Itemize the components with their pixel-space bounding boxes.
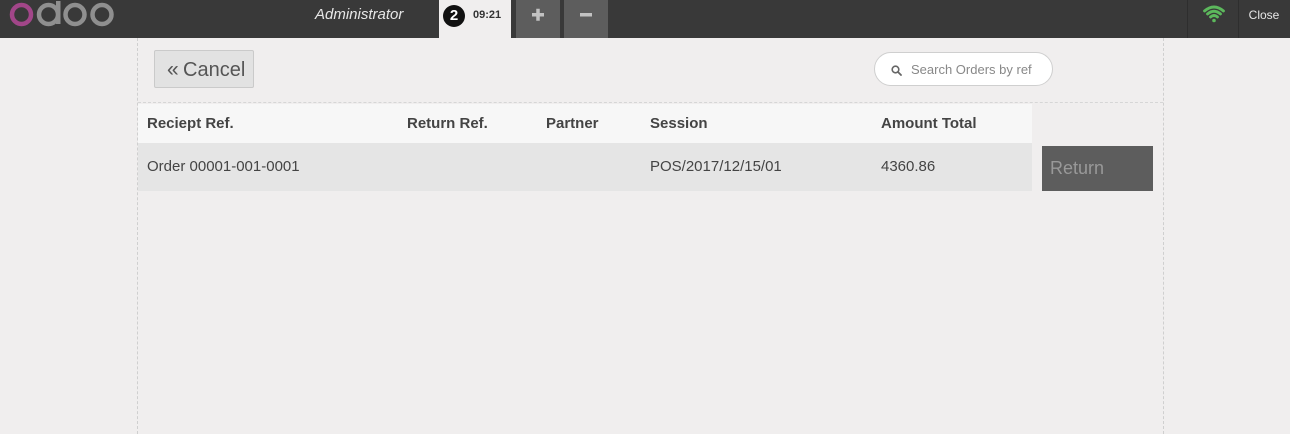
table-header: Reciept Ref. Return Ref. Partner Session… xyxy=(138,104,1032,143)
receipt-ref-cell: Order 00001-001-0001 xyxy=(147,158,300,175)
search-input[interactable] xyxy=(911,59,1046,79)
pos-topbar: Administrator 2 09:21 Close xyxy=(0,0,1290,38)
column-header-return-ref: Return Ref. xyxy=(407,115,488,132)
minus-icon xyxy=(580,13,592,17)
cancel-button[interactable]: « Cancel xyxy=(154,50,254,88)
return-button[interactable]: Return xyxy=(1042,146,1153,191)
amount-total-cell: 4360.86 xyxy=(881,158,936,175)
column-header-session: Session xyxy=(650,115,708,132)
divider xyxy=(138,102,1163,103)
connection-status[interactable] xyxy=(1187,0,1239,38)
table-row[interactable]: Order 00001-001-0001 POS/2017/12/15/01 4… xyxy=(138,143,1032,191)
column-header-partner: Partner xyxy=(546,115,599,132)
delete-order-button[interactable] xyxy=(564,0,608,38)
odoo-logo xyxy=(9,1,114,27)
search-box[interactable] xyxy=(874,52,1053,86)
cancel-label: Cancel xyxy=(183,59,246,81)
double-chevron-left-icon: « xyxy=(167,58,179,81)
column-header-receipt-ref: Reciept Ref. xyxy=(147,115,234,132)
plus-icon xyxy=(532,8,544,21)
order-list-screen: « Cancel Reciept Ref. Return Ref. Partne… xyxy=(137,38,1164,434)
username-label[interactable]: Administrator xyxy=(315,0,403,30)
wifi-icon xyxy=(1203,5,1225,23)
order-time: 09:21 xyxy=(473,9,502,21)
new-order-button[interactable] xyxy=(516,0,560,38)
column-header-amount-total: Amount Total xyxy=(881,115,977,132)
order-tab[interactable]: 2 09:21 xyxy=(439,0,511,38)
close-button[interactable]: Close xyxy=(1238,0,1290,30)
order-number-badge: 2 xyxy=(443,5,465,27)
session-cell: POS/2017/12/15/01 xyxy=(650,158,782,175)
search-icon xyxy=(891,65,902,76)
